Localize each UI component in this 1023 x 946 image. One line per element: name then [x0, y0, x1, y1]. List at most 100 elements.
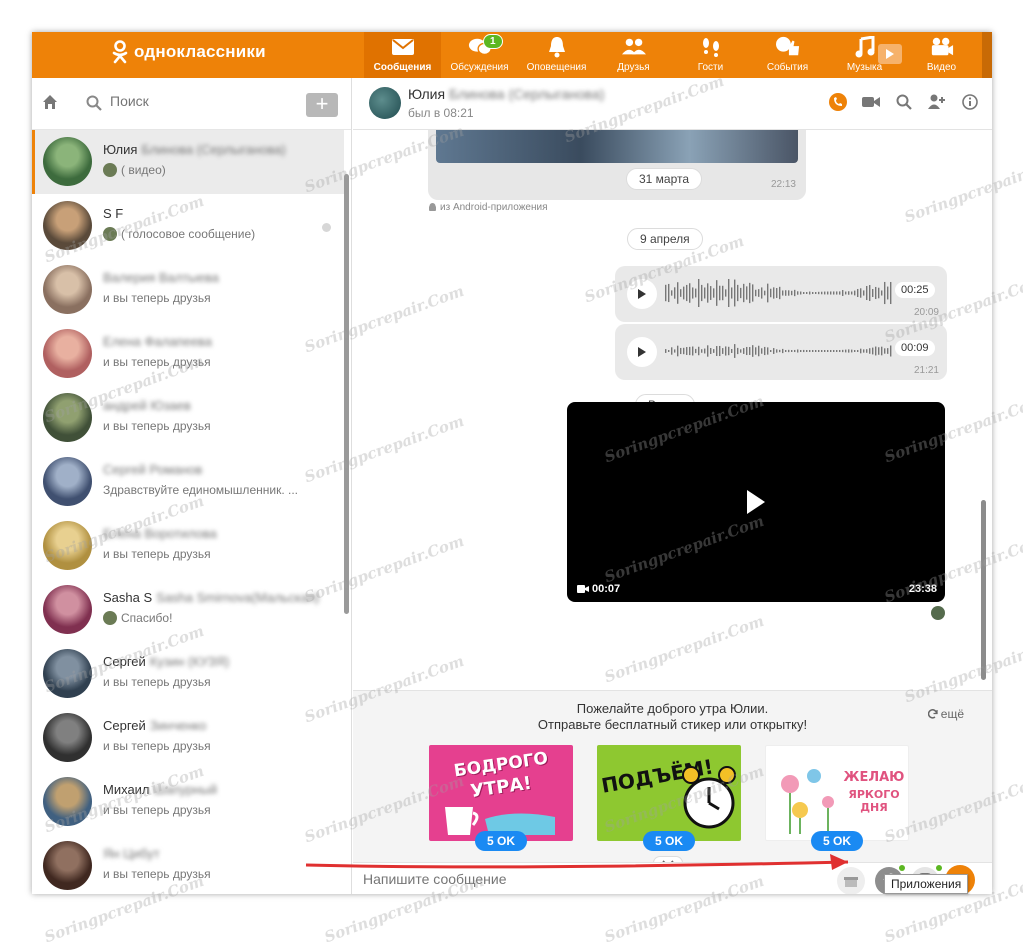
- avatar[interactable]: [43, 521, 92, 570]
- waveform-bar: [740, 287, 742, 299]
- chat-list-item[interactable]: Сергей Романов Здравствуйте единомышленни…: [32, 450, 344, 514]
- waveform-bar: [683, 286, 685, 300]
- avatar[interactable]: [43, 393, 92, 442]
- waveform-bar: [824, 291, 826, 295]
- waveform-bar: [713, 288, 715, 298]
- waveform-bar: [698, 279, 700, 307]
- waveform-bar: [800, 291, 802, 295]
- message-time: 23:38: [908, 583, 937, 595]
- chat-list-item[interactable]: Елена Воротилова и вы теперь друзья: [32, 514, 344, 578]
- search-in-chat-icon[interactable]: [894, 92, 914, 112]
- chat-list-item[interactable]: Ян Цибут и вы теперь друзья: [32, 834, 344, 894]
- nav-discussions[interactable]: 1 Обсуждения: [441, 32, 518, 78]
- chat-list-item[interactable]: Валерия Валтыева и вы теперь друзья: [32, 258, 344, 322]
- contact-avatar[interactable]: [369, 87, 401, 119]
- search-icon: [86, 95, 102, 116]
- avatar[interactable]: [43, 201, 92, 250]
- waveform-bar: [758, 345, 760, 357]
- nav-friends[interactable]: Друзья: [595, 32, 672, 78]
- chat-pane: Юлия Блинова (Серлыганова) был в 08:21 2…: [353, 78, 992, 894]
- contact-status: был в 08:21: [408, 106, 474, 120]
- video-play-icon[interactable]: [745, 488, 767, 516]
- chat-name: Сергей Романов: [103, 462, 203, 477]
- waveform-bar: [752, 345, 754, 357]
- chat-list-item[interactable]: Юлия Блинова (Серлыганова) ( видео): [32, 130, 344, 194]
- voice-message[interactable]: 00:09 21:21: [615, 324, 947, 380]
- photo-thumbnail[interactable]: [436, 130, 798, 163]
- avatar[interactable]: [43, 841, 92, 890]
- avatar[interactable]: [43, 713, 92, 762]
- waveform-bar: [761, 348, 763, 354]
- chat-preview: Спасибо!: [103, 611, 172, 625]
- add-chat-button[interactable]: +: [306, 93, 338, 117]
- photo-message[interactable]: 22:13: [428, 130, 806, 200]
- nav-label: Музыка: [846, 62, 883, 73]
- sticker-card[interactable]: ЖЕЛАЮ ЯРКОГО ДНЯ: [765, 745, 909, 841]
- sticker-card[interactable]: БОДРОГО УТРА!: [429, 745, 573, 841]
- waveform-bar: [797, 291, 799, 295]
- chat-list-item[interactable]: Сергей Кузин (КУЗЯ) и вы теперь друзья: [32, 642, 344, 706]
- avatar[interactable]: [43, 265, 92, 314]
- sidebar-scrollbar[interactable]: [344, 174, 349, 614]
- chat-list-item[interactable]: Сергей Зинченко и вы теперь друзья: [32, 706, 344, 770]
- chat-preview: и вы теперь друзья: [103, 547, 211, 561]
- waveform-bar: [830, 350, 832, 352]
- play-button[interactable]: [627, 337, 657, 367]
- chat-list-item[interactable]: Михаил Шапурный и вы теперь друзья: [32, 770, 344, 834]
- info-icon[interactable]: [960, 92, 980, 112]
- chat-scrollbar[interactable]: [981, 500, 986, 680]
- waveform-bar: [890, 345, 892, 357]
- search-input[interactable]: [110, 93, 290, 109]
- chat-header: Юлия Блинова (Серлыганова) был в 08:21: [353, 78, 992, 130]
- waveform-bar: [794, 289, 796, 297]
- chat-list-item[interactable]: Елена Фалапеева и вы теперь друзья: [32, 322, 344, 386]
- waveform-bar: [665, 284, 667, 302]
- waveform-bar: [671, 290, 673, 296]
- add-participant-icon[interactable]: [927, 92, 947, 112]
- more-stickers-link[interactable]: ещё: [927, 707, 964, 721]
- nav-messages[interactable]: Сообщения: [364, 32, 441, 78]
- avatar[interactable]: [43, 649, 92, 698]
- voice-message[interactable]: 00:25 20:09: [615, 266, 947, 322]
- flowers-icon: [781, 769, 834, 834]
- bell-icon: [545, 35, 569, 59]
- waveform-bar: [704, 348, 706, 354]
- video-call-icon[interactable]: [861, 92, 881, 112]
- nav-video[interactable]: Видео: [903, 32, 980, 78]
- nav-guests[interactable]: Гости: [672, 32, 749, 78]
- play-button[interactable]: [627, 279, 657, 309]
- nav-notifications[interactable]: Оповещения: [518, 32, 595, 78]
- waveform-bar: [857, 288, 859, 298]
- waveform-bar: [854, 290, 856, 296]
- nav-events[interactable]: 5 События: [749, 32, 826, 78]
- attach-tooltip: Приложения: [884, 874, 969, 894]
- nav-label: Гости: [697, 62, 724, 73]
- sticker-card[interactable]: ПОДЪЁМ!: [597, 745, 741, 841]
- video-play-icon[interactable]: [878, 44, 902, 64]
- waveform-bar: [833, 350, 835, 352]
- voice-waveform[interactable]: [665, 278, 893, 308]
- ok-logo[interactable]: одноклассники: [112, 40, 266, 64]
- chat-preview: Здравствуйте единомышленник. ...: [103, 483, 298, 497]
- contact-name[interactable]: Юлия Блинова (Серлыганова): [408, 86, 604, 102]
- avatar[interactable]: [43, 777, 92, 826]
- waveform-bar: [869, 348, 871, 354]
- waveform-bar: [773, 287, 775, 299]
- refresh-icon: [927, 709, 938, 719]
- waveform-bar: [683, 347, 685, 355]
- waveform-bar: [872, 347, 874, 355]
- waveform-bar: [800, 350, 802, 352]
- video-message[interactable]: 00:07 23:38: [567, 402, 945, 602]
- chat-list-item[interactable]: Sasha S Sasha Smirnova(Мальская) Спасибо!: [32, 578, 344, 642]
- chat-list-item[interactable]: андрей Юзаев и вы теперь друзья: [32, 386, 344, 450]
- avatar[interactable]: [43, 457, 92, 506]
- chat-list-item[interactable]: S F ( голосовое сообщение): [32, 194, 344, 258]
- avatar[interactable]: [43, 585, 92, 634]
- avatar[interactable]: [43, 329, 92, 378]
- phone-call-icon[interactable]: [828, 92, 848, 112]
- avatar[interactable]: [43, 137, 92, 186]
- voice-waveform[interactable]: [665, 336, 893, 366]
- waveform-bar: [860, 288, 862, 298]
- home-icon[interactable]: [42, 94, 62, 114]
- waveform-bar: [737, 284, 739, 302]
